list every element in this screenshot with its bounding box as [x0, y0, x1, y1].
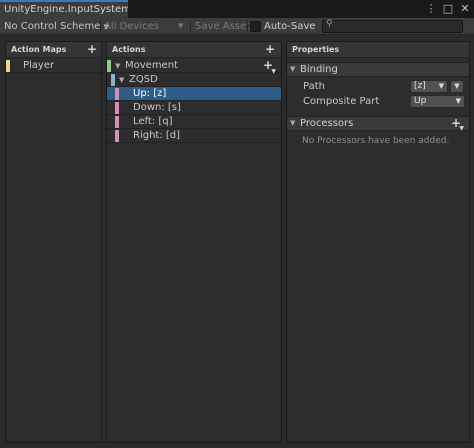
binding-label: Down: [s] [133, 102, 181, 113]
path-dropdown[interactable]: [z] ▼ [410, 80, 448, 93]
control-scheme-label: No Control Scheme [4, 21, 101, 32]
actions-title: Actions [112, 45, 146, 54]
processors-foldout[interactable]: ▼ Processors + ▼ [287, 116, 469, 132]
path-value: [z] [414, 81, 426, 91]
maximize-icon[interactable]: □ [440, 1, 456, 17]
auto-save-checkbox[interactable] [250, 21, 261, 32]
composite-color-marker [111, 74, 115, 86]
binding-color-marker [115, 130, 119, 142]
devices-dropdown[interactable]: All Devices [104, 18, 159, 35]
toolbar: No Control Scheme ▼ All Devices ▼ Save A… [0, 18, 474, 35]
save-asset-label: Save Asset [195, 21, 251, 32]
chevron-down-icon: ▼ [178, 22, 184, 30]
properties-title: Properties [292, 45, 340, 54]
binding-foldout[interactable]: ▼ Binding [287, 62, 469, 77]
list-item-composite[interactable]: ▼ ZQSD [107, 73, 281, 87]
path-listen-button[interactable]: ▼ [450, 80, 464, 93]
binding-label: Right: [d] [133, 130, 181, 141]
close-icon[interactable]: ✕ [457, 1, 473, 17]
composite-part-dropdown[interactable]: Up ▼ [410, 95, 465, 108]
action-maps-pane: Action Maps + Player [5, 41, 102, 443]
properties-pane: Properties ▼ Binding Path [z] ▼ ▼ Compos… [286, 41, 470, 443]
action-color-marker [107, 60, 111, 72]
processors-section-title: Processors [300, 118, 354, 129]
chevron-down-icon: ▼ [455, 97, 461, 105]
search-input[interactable]: ⚲ [322, 19, 463, 33]
window-tab-title: UnityEngine.InputSystem.... [4, 4, 128, 15]
action-maps-title: Action Maps [11, 45, 67, 54]
composite-part-value: Up [414, 96, 427, 106]
control-scheme-dropdown[interactable]: No Control Scheme ▼ [4, 18, 109, 35]
list-item-action[interactable]: ▼ Movement + ▼ [107, 58, 281, 75]
path-label: Path [303, 81, 325, 92]
actions-pane: Actions + ▼ Movement + ▼ ▼ ZQSD Up: [z] … [106, 41, 282, 443]
search-icon: ⚲ [326, 19, 333, 29]
expand-triangle-icon: ▼ [290, 65, 296, 73]
kebab-menu-icon[interactable]: ⋮ [423, 1, 439, 17]
action-maps-header: Action Maps + [6, 42, 101, 58]
action-map-label: Player [23, 60, 55, 71]
save-asset-button[interactable]: Save Asset [195, 18, 250, 35]
composite-label: ZQSD [129, 74, 158, 85]
expand-triangle-icon: ▼ [290, 119, 296, 127]
list-item-action-map[interactable]: Player [6, 59, 101, 73]
devices-label: All Devices [104, 21, 159, 32]
auto-save-label: Auto-Save [264, 21, 316, 32]
list-item-binding[interactable]: Left: [q] [107, 115, 281, 129]
binding-label: Left: [q] [133, 116, 173, 127]
toolbar-divider [247, 20, 248, 33]
add-action-button[interactable]: + [265, 42, 275, 56]
actions-header: Actions + [107, 42, 281, 58]
list-item-binding[interactable]: Right: [d] [107, 129, 281, 143]
binding-label: Up: [z] [133, 88, 167, 99]
chevron-down-icon: ▼ [438, 82, 444, 90]
binding-color-marker [115, 88, 119, 100]
toolbar-divider [190, 20, 191, 33]
window-titlebar: UnityEngine.InputSystem.... ⋮ □ ✕ [0, 0, 474, 18]
binding-color-marker [115, 102, 119, 114]
properties-header: Properties [287, 42, 469, 58]
action-label: Movement [125, 60, 178, 71]
binding-section-title: Binding [300, 64, 338, 75]
toolbar-divider [100, 20, 101, 33]
composite-part-label: Composite Part [303, 96, 380, 107]
action-map-color-marker [6, 60, 10, 72]
window-tab[interactable]: UnityEngine.InputSystem.... [0, 0, 128, 18]
expand-triangle-icon[interactable]: ▼ [119, 73, 124, 87]
expand-triangle-icon[interactable]: ▼ [115, 59, 120, 73]
binding-color-marker [115, 116, 119, 128]
list-item-binding[interactable]: Up: [z] [107, 87, 281, 101]
add-action-map-button[interactable]: + [87, 42, 97, 56]
processors-empty-message: No Processors have been added. [302, 136, 450, 146]
list-item-binding[interactable]: Down: [s] [107, 101, 281, 115]
chevron-down-icon: ▼ [454, 82, 460, 90]
chevron-down-icon: ▼ [459, 125, 464, 132]
